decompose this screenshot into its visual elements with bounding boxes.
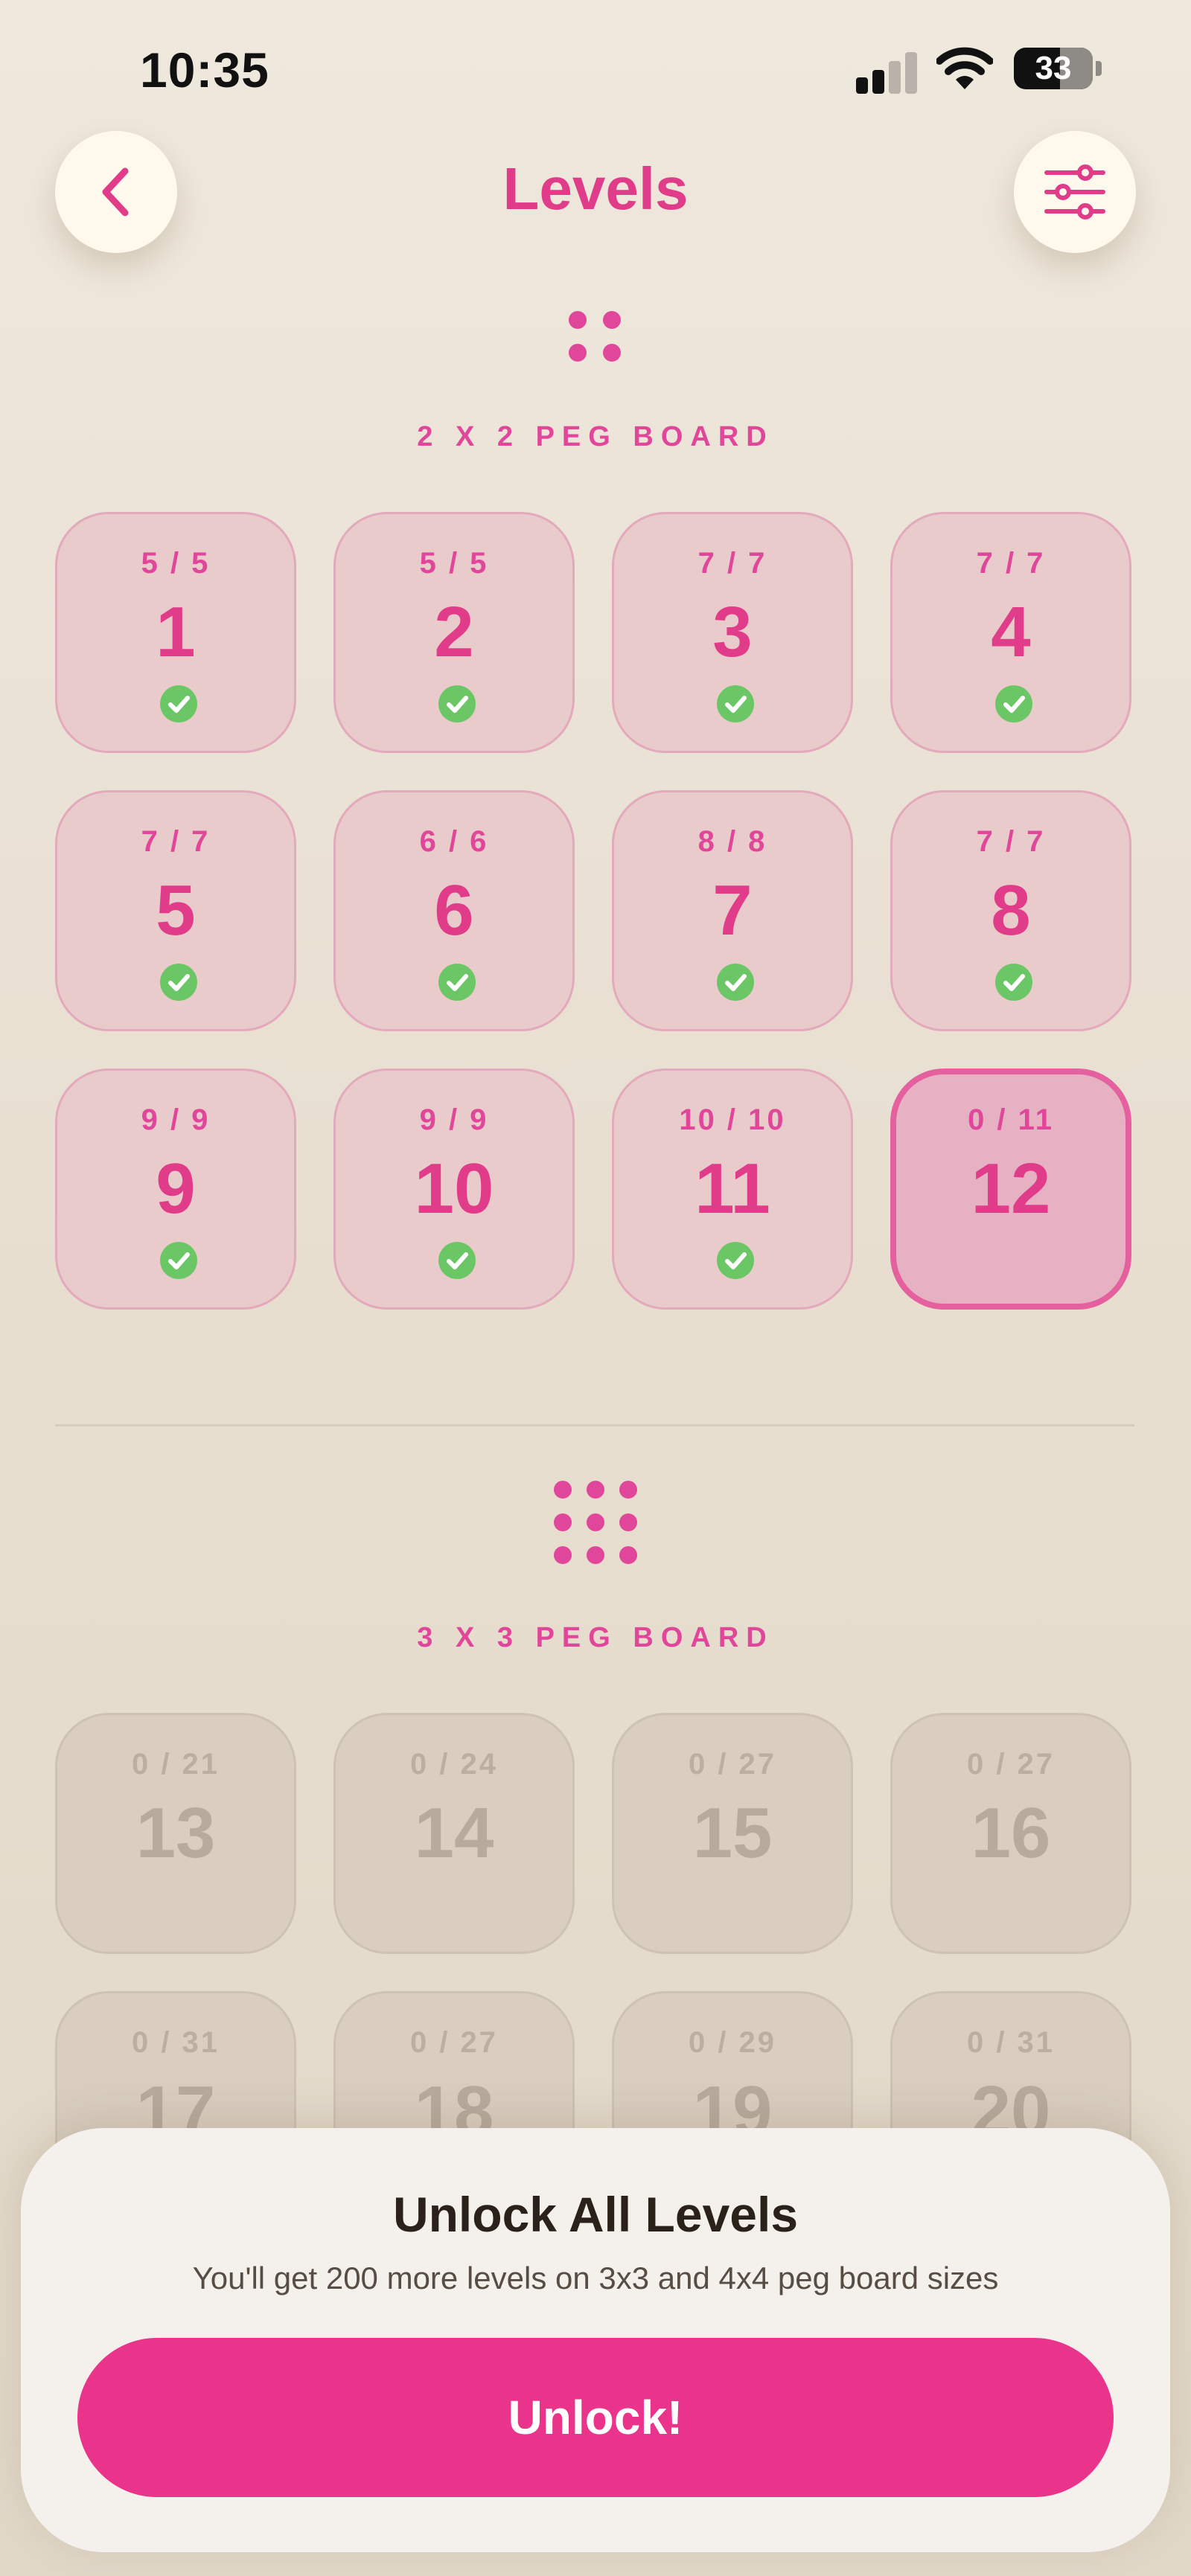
page-title: Levels [502, 156, 689, 222]
checkmark-icon [438, 964, 476, 1001]
level-score: 7 / 7 [976, 547, 1046, 580]
level-tile[interactable]: 7 / 7 3 [612, 512, 853, 753]
level-number: 2 [434, 592, 474, 672]
checkmark-icon [717, 964, 754, 1001]
board-label-2x2: 2 X 2 PEG BOARD [417, 421, 774, 452]
battery-level: 33 [1035, 50, 1072, 86]
level-score: 0 / 24 [409, 1748, 499, 1781]
level-tile: 0 / 27 15 [612, 1713, 853, 1954]
level-number: 5 [156, 871, 196, 950]
level-score: 7 / 7 [697, 547, 767, 580]
level-score: 0 / 27 [409, 2026, 499, 2059]
checkmark-icon [717, 685, 754, 723]
level-score: 0 / 11 [968, 1103, 1054, 1136]
unlock-title: Unlock All Levels [392, 2187, 799, 2242]
level-tile[interactable]: 5 / 5 2 [333, 512, 575, 753]
level-tile: 0 / 21 13 [55, 1713, 296, 1954]
level-number: 16 [971, 1793, 1051, 1873]
level-number: 15 [692, 1793, 773, 1873]
unlock-subtitle: You'll get 200 more levels on 3x3 and 4x… [192, 2261, 999, 2295]
level-number: 10 [414, 1149, 494, 1228]
level-number: 7 [712, 871, 753, 950]
level-number: 8 [991, 871, 1031, 950]
level-tile: 0 / 24 14 [333, 1713, 575, 1954]
level-score: 0 / 31 [966, 2026, 1056, 2059]
level-number: 14 [414, 1793, 494, 1873]
section-divider [55, 1424, 1134, 1426]
level-score: 9 / 9 [141, 1103, 211, 1136]
sliders-icon [1044, 164, 1105, 220]
level-score: 0 / 27 [966, 1748, 1056, 1781]
level-number: 9 [156, 1149, 196, 1228]
level-score: 0 / 21 [131, 1748, 220, 1781]
level-score: 8 / 8 [697, 825, 767, 858]
level-score: 9 / 9 [419, 1103, 489, 1136]
cellular-signal-icon [856, 52, 919, 94]
checkmark-icon [160, 964, 197, 1001]
status-bar: 10:35 33 [0, 0, 1191, 134]
level-tile[interactable]: 9 / 9 9 [55, 1068, 296, 1310]
checkmark-icon [160, 685, 197, 723]
wifi-icon [936, 47, 993, 89]
level-tile[interactable]: 7 / 7 8 [890, 790, 1131, 1031]
level-tile[interactable]: 9 / 9 10 [333, 1068, 575, 1310]
level-score: 10 / 10 [679, 1103, 786, 1136]
unlock-card: Unlock All Levels You'll get 200 more le… [21, 2128, 1170, 2552]
battery-icon: 33 [1014, 48, 1093, 89]
level-number: 1 [156, 592, 196, 672]
settings-button[interactable] [1014, 131, 1136, 253]
checkmark-icon [160, 1242, 197, 1279]
level-number: 13 [135, 1793, 216, 1873]
level-score: 6 / 6 [419, 825, 489, 858]
level-number: 3 [712, 592, 753, 672]
level-number: 12 [971, 1149, 1051, 1228]
checkmark-icon [438, 685, 476, 723]
level-tile[interactable]: 5 / 5 1 [55, 512, 296, 753]
level-number: 11 [695, 1149, 770, 1228]
checkmark-icon [438, 1242, 476, 1279]
level-tile[interactable]: 6 / 6 6 [333, 790, 575, 1031]
peg-board-3x3-icon [554, 1481, 637, 1564]
level-score: 7 / 7 [141, 825, 211, 858]
peg-board-2x2-icon [569, 311, 622, 365]
checkmark-icon [995, 685, 1032, 723]
level-score: 0 / 29 [688, 2026, 777, 2059]
level-tile[interactable]: 8 / 8 7 [612, 790, 853, 1031]
level-tile[interactable]: 7 / 7 4 [890, 512, 1131, 753]
level-score: 5 / 5 [141, 547, 211, 580]
level-score: 7 / 7 [976, 825, 1046, 858]
level-score: 0 / 31 [131, 2026, 220, 2059]
level-tile: 0 / 27 16 [890, 1713, 1131, 1954]
unlock-button[interactable]: Unlock! [77, 2338, 1114, 2497]
level-score: 5 / 5 [419, 547, 489, 580]
checkmark-icon [995, 964, 1032, 1001]
level-number: 4 [991, 592, 1031, 672]
level-tile[interactable]: 10 / 10 11 [612, 1068, 853, 1310]
checkmark-icon [717, 1242, 754, 1279]
status-time: 10:35 [140, 42, 269, 97]
board-label-3x3: 3 X 3 PEG BOARD [417, 1622, 774, 1653]
level-score: 0 / 27 [688, 1748, 777, 1781]
level-tile[interactable]: 0 / 11 12 [890, 1068, 1131, 1310]
level-tile[interactable]: 7 / 7 5 [55, 790, 296, 1031]
level-number: 6 [434, 871, 474, 950]
